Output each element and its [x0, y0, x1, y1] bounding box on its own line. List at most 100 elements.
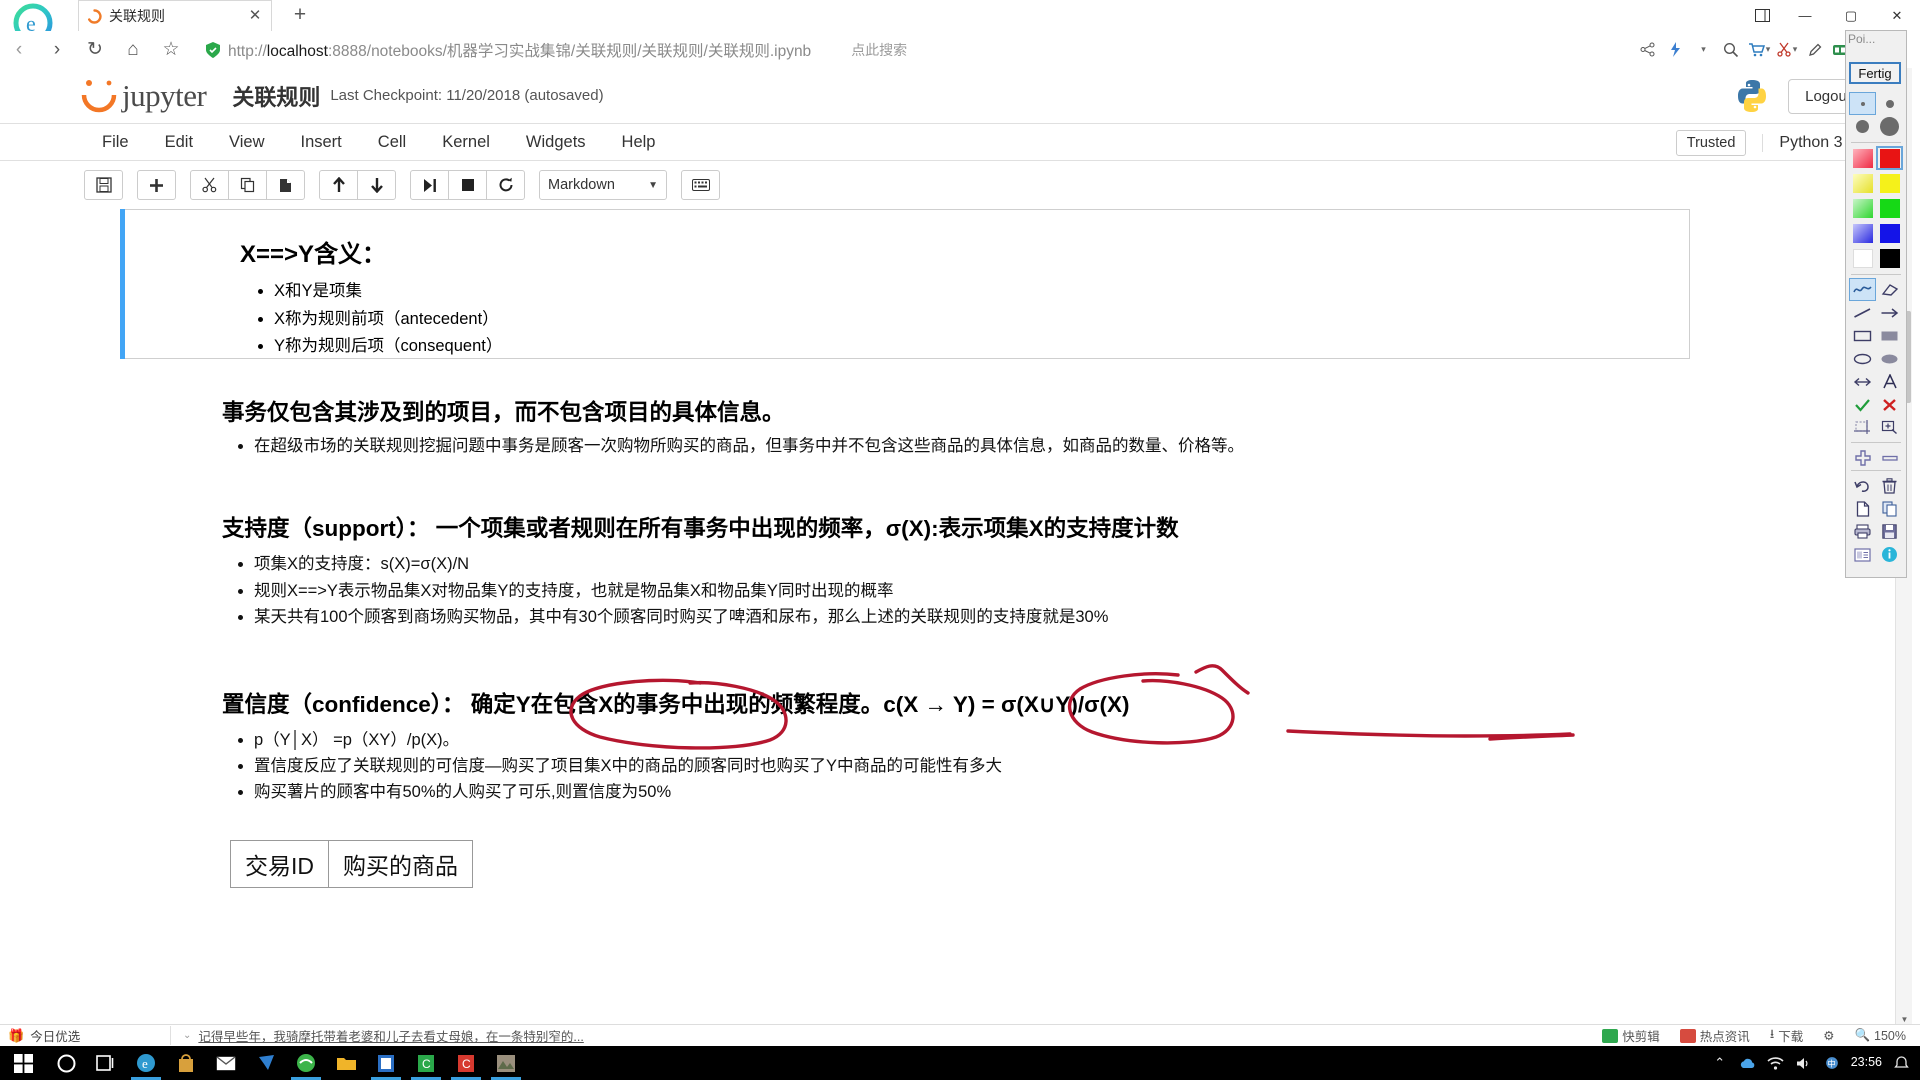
browser-green-icon[interactable]: [286, 1046, 326, 1080]
ellipse-icon[interactable]: [1849, 347, 1876, 370]
news-headline[interactable]: 记得早些年，我骑摩托带着老婆和儿子去看丈母娘，在一条特别窄的...: [198, 1026, 583, 1045]
pen-icon[interactable]: [1802, 35, 1828, 65]
crop-icon[interactable]: [1849, 416, 1876, 439]
home-icon[interactable]: ⌂: [114, 31, 152, 68]
copy-cell-button[interactable]: [228, 170, 267, 200]
minus-icon[interactable]: [1876, 446, 1903, 469]
cortana-icon[interactable]: [46, 1046, 86, 1080]
menu-insert[interactable]: Insert: [283, 124, 360, 161]
menu-file[interactable]: File: [84, 124, 147, 161]
color-swatch-black[interactable]: [1876, 246, 1903, 270]
red-app-icon[interactable]: C: [446, 1046, 486, 1080]
menu-edit[interactable]: Edit: [147, 124, 211, 161]
minimize-button[interactable]: —: [1782, 0, 1828, 31]
back-icon[interactable]: ‹: [0, 31, 38, 68]
save-button[interactable]: [84, 170, 123, 200]
insert-cell-below-button[interactable]: [137, 170, 176, 200]
menu-view[interactable]: View: [211, 124, 282, 161]
office-icon[interactable]: [366, 1046, 406, 1080]
chevron-down-icon[interactable]: [1690, 35, 1716, 65]
rectangle-icon[interactable]: [1849, 324, 1876, 347]
volume-icon[interactable]: [1795, 1054, 1813, 1072]
check-icon[interactable]: [1849, 393, 1876, 416]
trusted-badge[interactable]: Trusted: [1675, 129, 1747, 156]
green-app-icon[interactable]: C: [406, 1046, 446, 1080]
address-bar[interactable]: http://localhost:8888/notebooks/机器学习实战集锦…: [200, 35, 1628, 64]
notebook-scroll-area[interactable]: X==>Y含义： X和Y是项集 X称为规则前项（antecedent） Y称为规…: [0, 209, 1890, 1001]
color-swatch-red[interactable]: [1876, 146, 1903, 170]
run-cell-button[interactable]: [410, 170, 449, 200]
share-icon[interactable]: [1634, 35, 1660, 65]
color-swatch-light-blue[interactable]: [1849, 221, 1876, 245]
refresh-icon[interactable]: ↻: [76, 31, 114, 68]
jupyter-logo[interactable]: jupyter: [80, 76, 207, 116]
cut-cell-button[interactable]: [190, 170, 229, 200]
notebook-cell-selected[interactable]: X==>Y含义： X和Y是项集 X称为规则前项（antecedent） Y称为规…: [0, 209, 1790, 359]
pin-window-button[interactable]: [1742, 0, 1782, 31]
undo-icon[interactable]: [1849, 474, 1876, 497]
brush-size-medium[interactable]: [1849, 115, 1876, 138]
interrupt-kernel-button[interactable]: [448, 170, 487, 200]
color-swatch-blue[interactable]: [1876, 221, 1903, 245]
filled-ellipse-icon[interactable]: [1876, 347, 1903, 370]
palette-done-button[interactable]: Fertig: [1849, 62, 1901, 84]
zoom-icon[interactable]: [1876, 416, 1903, 439]
edge-icon[interactable]: e: [126, 1046, 166, 1080]
hot-news-tool[interactable]: 热点资讯: [1679, 1026, 1750, 1045]
brush-size-small[interactable]: [1876, 92, 1903, 115]
keyboard-icon[interactable]: [681, 170, 720, 200]
notebook-section-confidence[interactable]: 置信度（confidence）： 确定Y在包含X的事务中出现的频繁程度。c(X …: [0, 687, 1790, 806]
mail-icon[interactable]: [206, 1046, 246, 1080]
color-swatch-green[interactable]: [1876, 196, 1903, 220]
store-icon[interactable]: [166, 1046, 206, 1080]
arrow-icon[interactable]: [1876, 301, 1903, 324]
explorer-icon[interactable]: [326, 1046, 366, 1080]
cell-type-select[interactable]: Markdown ▼: [539, 170, 667, 200]
color-swatch-light-yellow[interactable]: [1849, 171, 1876, 195]
eraser-icon[interactable]: [1876, 278, 1903, 301]
new-tab-button[interactable]: +: [288, 4, 312, 28]
paste-cell-button[interactable]: [266, 170, 305, 200]
notebook-section-transactions[interactable]: 事务仅包含其涉及到的项目，而不包含项目的具体信息。 在超级市场的关联规则挖掘问题…: [0, 395, 1790, 459]
cloud-icon[interactable]: [1739, 1054, 1757, 1072]
color-swatch-yellow[interactable]: [1876, 171, 1903, 195]
news-headline-wrap[interactable]: ⌄ 记得早些年，我骑摩托带着老婆和儿子去看丈母娘，在一条特别窄的...: [170, 1026, 1602, 1045]
scissors-icon[interactable]: [1774, 35, 1800, 65]
brush-size-large[interactable]: [1876, 115, 1903, 138]
restart-kernel-button[interactable]: [486, 170, 525, 200]
color-swatch-white[interactable]: [1849, 246, 1876, 270]
menu-help[interactable]: Help: [604, 124, 674, 161]
settings-tool[interactable]: ⚙: [1823, 1028, 1834, 1043]
notification-icon[interactable]: [1892, 1054, 1910, 1072]
notebook-section-support[interactable]: 支持度（support）： 一个项集或者规则在所有事务中出现的频率，σ(X):表…: [0, 511, 1790, 630]
network-icon[interactable]: [1767, 1054, 1785, 1072]
new-icon[interactable]: [1849, 497, 1876, 520]
maximize-button[interactable]: ▢: [1828, 0, 1874, 31]
plus-icon[interactable]: [1849, 446, 1876, 469]
text-icon[interactable]: [1876, 370, 1903, 393]
menu-cell[interactable]: Cell: [360, 124, 424, 161]
move-cell-up-button[interactable]: [319, 170, 358, 200]
zoom-level[interactable]: 🔍 150%: [1854, 1028, 1906, 1043]
info-icon[interactable]: [1876, 543, 1903, 566]
browser-tab[interactable]: 关联规则 ✕: [78, 0, 272, 31]
notebook-title[interactable]: 关联规则: [232, 80, 320, 112]
task-view-icon[interactable]: [86, 1046, 126, 1080]
ime-icon[interactable]: 中: [1823, 1054, 1841, 1072]
cart-icon[interactable]: [1746, 35, 1772, 65]
menu-widgets[interactable]: Widgets: [508, 124, 604, 161]
lightning-icon[interactable]: [1662, 35, 1688, 65]
app-blue-icon[interactable]: [246, 1046, 286, 1080]
double-arrow-icon[interactable]: [1849, 370, 1876, 393]
search-icon[interactable]: [1718, 35, 1744, 65]
line-icon[interactable]: [1849, 301, 1876, 324]
clip-tool[interactable]: 快剪辑: [1602, 1026, 1660, 1045]
print-icon[interactable]: [1849, 520, 1876, 543]
freehand-icon[interactable]: [1849, 278, 1876, 301]
export-icon[interactable]: [1849, 543, 1876, 566]
close-icon[interactable]: ✕: [247, 8, 263, 24]
brush-size-tiny[interactable]: [1849, 92, 1876, 115]
filled-rectangle-icon[interactable]: [1876, 324, 1903, 347]
move-cell-down-button[interactable]: [357, 170, 396, 200]
color-swatch-light-green[interactable]: [1849, 196, 1876, 220]
